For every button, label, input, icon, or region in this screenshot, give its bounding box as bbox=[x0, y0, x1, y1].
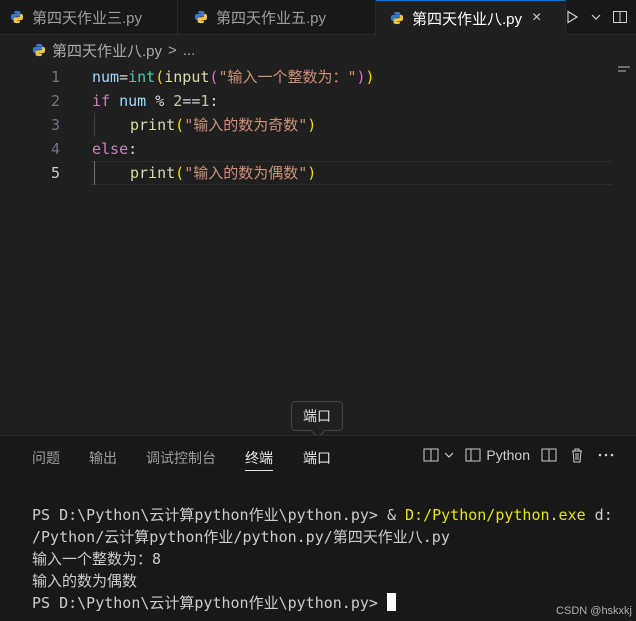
token: print bbox=[130, 116, 176, 134]
tab-label: 第四天作业八.py bbox=[412, 10, 523, 28]
tab-file-8-active[interactable]: 第四天作业八.py × bbox=[376, 0, 566, 35]
token: % bbox=[155, 92, 165, 110]
python-file-icon bbox=[10, 10, 24, 24]
token: num bbox=[92, 68, 120, 86]
python-file-icon bbox=[194, 10, 208, 24]
tab-file-3[interactable]: 第四天作业三.py bbox=[0, 0, 178, 34]
tab-output[interactable]: 输出 bbox=[89, 448, 117, 476]
watermark: CSDN @hskxkj bbox=[556, 605, 632, 617]
token: ) bbox=[307, 164, 317, 182]
tab-debug-console[interactable]: 调试控制台 bbox=[146, 448, 216, 476]
token: int bbox=[128, 68, 156, 86]
tab-ports[interactable]: 端口 bbox=[303, 448, 331, 476]
code-line: 3 print("输入的数为奇数") bbox=[0, 113, 636, 137]
terminal-text: d: bbox=[585, 506, 613, 524]
tab-terminal[interactable]: 终端 bbox=[245, 448, 273, 471]
terminal-shell-label[interactable]: Python bbox=[486, 447, 530, 463]
token: ) bbox=[307, 116, 317, 134]
line-number: 5 bbox=[50, 164, 60, 182]
python-file-icon bbox=[32, 43, 46, 57]
line-number: 4 bbox=[50, 140, 60, 158]
terminal-icon[interactable] bbox=[464, 446, 482, 464]
breadcrumb: 第四天作业八.py > ... bbox=[0, 35, 636, 65]
terminal-text: D:/Python/python.exe bbox=[405, 506, 586, 524]
chevron-down-icon[interactable] bbox=[590, 11, 602, 23]
line-number: 1 bbox=[50, 68, 60, 86]
tab-file-5[interactable]: 第四天作业五.py bbox=[178, 0, 376, 34]
line-number: 3 bbox=[50, 116, 60, 134]
bottom-panel: 问题 输出 调试控制台 终端 端口 Python PS D:\Python\云计… bbox=[0, 435, 636, 621]
token: == bbox=[182, 92, 201, 110]
close-icon[interactable]: × bbox=[532, 9, 541, 27]
terminal-text: PS D:\Python\云计算python作业\python.py> bbox=[32, 594, 387, 612]
breadcrumb-more[interactable]: ... bbox=[183, 42, 196, 59]
tab-problems[interactable]: 问题 bbox=[32, 448, 60, 476]
breadcrumb-file[interactable]: 第四天作业八.py bbox=[52, 40, 162, 61]
token: ( bbox=[175, 164, 185, 182]
token: else bbox=[92, 140, 129, 158]
terminal-text: 输入一个整数为：8 bbox=[32, 550, 162, 568]
terminal-text: PS D:\Python\云计算python作业\python.py> & bbox=[32, 506, 406, 524]
tooltip: 端口 bbox=[291, 401, 343, 431]
token: : bbox=[128, 140, 138, 158]
split-terminal-icon[interactable] bbox=[540, 446, 558, 464]
token: ( bbox=[155, 68, 165, 86]
code-line: 2 if num % 2==1: bbox=[0, 89, 636, 113]
terminal-text: /Python/云计算python作业/python.py/第四天作业八.py bbox=[32, 528, 450, 546]
indent-guide bbox=[94, 161, 95, 185]
token: "输入的数为奇数" bbox=[184, 116, 308, 134]
token: "输入一个整数为：" bbox=[218, 68, 357, 86]
token: 2 bbox=[164, 92, 183, 110]
chevron-down-icon[interactable] bbox=[444, 450, 454, 460]
token: print bbox=[130, 164, 176, 182]
minimap[interactable] bbox=[618, 66, 630, 76]
run-icon[interactable] bbox=[564, 9, 580, 25]
terminal-output[interactable]: PS D:\Python\云计算python作业\python.py> & D:… bbox=[32, 504, 613, 614]
token: if bbox=[92, 92, 111, 110]
token: = bbox=[119, 68, 129, 86]
breadcrumb-separator: > bbox=[168, 41, 177, 59]
tab-actions bbox=[564, 0, 636, 34]
indent-guide bbox=[94, 113, 95, 137]
code-line: 1 num=int(input("输入一个整数为：")) bbox=[0, 65, 636, 89]
tab-label: 第四天作业三.py bbox=[32, 9, 143, 27]
token: ) bbox=[356, 68, 366, 86]
line-number: 2 bbox=[50, 92, 60, 110]
token: num bbox=[110, 92, 156, 110]
code-line-current: 5 print("输入的数为偶数") bbox=[0, 161, 636, 185]
editor-tab-bar: 第四天作业三.py 第四天作业五.py 第四天作业八.py × bbox=[0, 0, 636, 35]
token: ) bbox=[365, 68, 375, 86]
token: : bbox=[209, 92, 219, 110]
code-editor[interactable]: 1 num=int(input("输入一个整数为：")) 2 if num % … bbox=[0, 65, 636, 435]
token: "输入的数为偶数" bbox=[184, 164, 308, 182]
terminal-cursor bbox=[386, 593, 396, 611]
tab-label: 第四天作业五.py bbox=[216, 9, 327, 27]
token: input bbox=[164, 68, 210, 86]
code-line: 4 else: bbox=[0, 137, 636, 161]
terminal-text: 输入的数为偶数 bbox=[32, 572, 138, 590]
split-editor-icon[interactable] bbox=[612, 9, 628, 25]
panel-actions: Python bbox=[422, 446, 616, 464]
more-icon[interactable] bbox=[596, 446, 616, 464]
terminal-layout-icon[interactable] bbox=[422, 446, 440, 464]
python-file-icon bbox=[390, 11, 404, 25]
token: ( bbox=[175, 116, 185, 134]
trash-icon[interactable] bbox=[568, 446, 586, 464]
